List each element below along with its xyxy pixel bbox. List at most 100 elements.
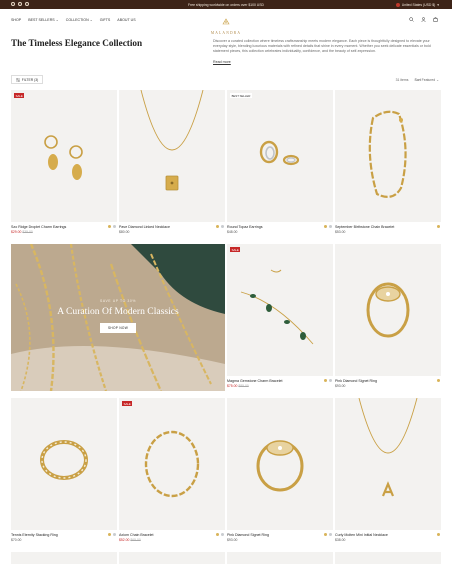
swatch-gold[interactable]: [436, 379, 440, 383]
swatch-gold[interactable]: [323, 225, 328, 229]
product-price: $70.00: [11, 538, 22, 543]
product-price: $53.00: [335, 230, 346, 235]
product-name[interactable]: Axiom Chain Bracelet: [119, 533, 154, 537]
product-card[interactable]: Pink Diamond Signet Ring $93.00: [227, 398, 333, 544]
color-swatches: [436, 379, 440, 383]
swatch-gold[interactable]: [107, 533, 112, 537]
color-swatches: [215, 533, 224, 537]
signet-ring-image: [366, 282, 410, 338]
product-name[interactable]: Magma Gemstone Charm Bracelet: [227, 379, 283, 383]
product-image[interactable]: SALE: [11, 90, 117, 222]
swatch-silver[interactable]: [328, 533, 332, 537]
product-name[interactable]: Tennis Eternity Stacking Ring: [11, 533, 58, 537]
sale-badge: SALE: [14, 93, 25, 99]
nav-item-shop[interactable]: Shop: [11, 18, 21, 22]
region-selector[interactable]: United States (USD $) ▾: [395, 2, 439, 7]
swatch-silver[interactable]: [220, 533, 224, 537]
promo-title: A Curation Of Modern Classics: [57, 306, 179, 317]
color-swatches: [323, 379, 332, 383]
collection-description: Discover a curated collection where time…: [213, 39, 431, 54]
product-name[interactable]: Szo Ridge Droplet Charm Earrings: [11, 225, 66, 229]
product-image[interactable]: BEST SELLER: [227, 90, 333, 222]
nav-item-collection[interactable]: Collection ⌄: [66, 18, 93, 22]
header-icons: [409, 17, 438, 22]
nav-item-best-sellers[interactable]: Best Sellers ⌄: [28, 18, 59, 22]
region-label: United States (USD $): [401, 2, 436, 7]
product-image[interactable]: [335, 90, 441, 222]
chain-bracelet-image: [368, 110, 407, 199]
account-icon[interactable]: [421, 17, 426, 22]
search-icon[interactable]: [409, 17, 414, 22]
product-card[interactable]: Tennis Eternity Stacking Ring $70.00: [11, 398, 117, 544]
product-name[interactable]: Pink Diamond Signet Ring: [227, 533, 269, 537]
product-price: $52.00$65.00: [119, 538, 141, 543]
product-card[interactable]: September Birthstone Chain Bracelet $53.…: [335, 90, 441, 236]
product-image[interactable]: SALE: [227, 244, 333, 376]
product-image[interactable]: [227, 398, 333, 530]
product-image[interactable]: [335, 398, 441, 530]
product-card[interactable]: SALE Magma Gemstone Charm Bracelet $75.0…: [227, 244, 333, 390]
logo-mark-icon: [222, 18, 230, 25]
product-card[interactable]: Pave Diamond Linked Necklace $80.00: [119, 90, 225, 236]
product-price: $75.00$85.00: [227, 384, 249, 389]
filter-button[interactable]: FILTER (3): [11, 75, 43, 84]
brand-logo[interactable]: MALANDRA: [205, 12, 247, 35]
product-name[interactable]: Curly Molten Mini Initial Necklace: [335, 533, 388, 537]
product-card[interactable]: Curly Molten Mini Initial Necklace $38.0…: [335, 398, 441, 544]
product-image[interactable]: [11, 398, 117, 530]
pendant-necklace-image: [140, 90, 204, 191]
product-price: $80.00: [119, 230, 130, 235]
read-more-link[interactable]: Read more: [213, 60, 231, 64]
swatch-gold[interactable]: [215, 533, 220, 537]
shop-now-button[interactable]: SHOP NOW: [100, 323, 136, 333]
product-card[interactable]: SALE Szo Ridge Droplet Charm Earrings $2…: [11, 90, 117, 236]
eternity-ring-image: [40, 440, 88, 480]
gemstone-bracelet-image: [240, 269, 314, 345]
brand-name: MALANDRA: [210, 31, 242, 35]
hoop-earrings-image: [259, 140, 300, 166]
swatch-gold[interactable]: [436, 225, 440, 229]
product-card[interactable]: BEST SELLER Round Topaz Earrings $48.00: [227, 90, 333, 236]
product-name[interactable]: Round Topaz Earrings: [227, 225, 263, 229]
product-image[interactable]: SALE: [119, 398, 225, 530]
swatch-silver[interactable]: [220, 225, 224, 229]
swatch-silver[interactable]: [112, 533, 116, 537]
swatch-gold[interactable]: [215, 225, 220, 229]
axiom-bracelet-image: [144, 430, 200, 498]
announcement-bar: Free shipping worldwide on orders over $…: [0, 0, 452, 9]
nav-item-gifts[interactable]: Gifts: [100, 18, 111, 22]
product-name[interactable]: Pave Diamond Linked Necklace: [119, 225, 170, 229]
cart-icon[interactable]: [433, 17, 438, 22]
filter-icon: [15, 77, 20, 82]
product-card[interactable]: SALE Axiom Chain Bracelet $52.00$65.00: [119, 398, 225, 544]
product-image[interactable]: [335, 244, 441, 376]
product-price: $48.00: [227, 230, 238, 235]
swatch-silver[interactable]: [328, 225, 332, 229]
best-seller-badge: BEST SELLER: [230, 93, 252, 99]
filter-label: FILTER (3): [21, 77, 39, 82]
color-swatches: [436, 225, 440, 229]
swatch-gold[interactable]: [436, 533, 440, 537]
product-image[interactable]: [11, 552, 117, 564]
product-name[interactable]: September Birthstone Chain Bracelet: [335, 225, 394, 229]
product-name[interactable]: Pink Diamond Signet Ring: [335, 379, 377, 383]
nav-item-about-us[interactable]: About Us: [117, 18, 135, 22]
promo-banner[interactable]: SAVE UP TO 30% A Curation Of Modern Clas…: [11, 244, 225, 391]
swatch-silver[interactable]: [112, 225, 116, 229]
product-image[interactable]: [227, 552, 333, 564]
chevron-down-icon: ⌄: [89, 17, 93, 22]
product-image[interactable]: [335, 552, 441, 564]
swatch-gold[interactable]: [323, 379, 328, 383]
product-image[interactable]: [119, 552, 225, 564]
swatch-gold[interactable]: [107, 225, 112, 229]
product-image[interactable]: [119, 90, 225, 222]
product-card[interactable]: Pink Diamond Signet Ring $93.00: [335, 244, 441, 390]
sort-dropdown[interactable]: Sort Featured ⌄: [414, 78, 439, 82]
collection-title: The Timeless Elegance Collection: [11, 38, 143, 48]
swatch-gold[interactable]: [323, 533, 328, 537]
swatch-silver[interactable]: [328, 379, 332, 383]
us-flag-icon: [395, 2, 400, 7]
product-count: 31 items: [395, 78, 409, 82]
color-swatches: [436, 533, 440, 537]
color-swatches: [107, 533, 116, 537]
